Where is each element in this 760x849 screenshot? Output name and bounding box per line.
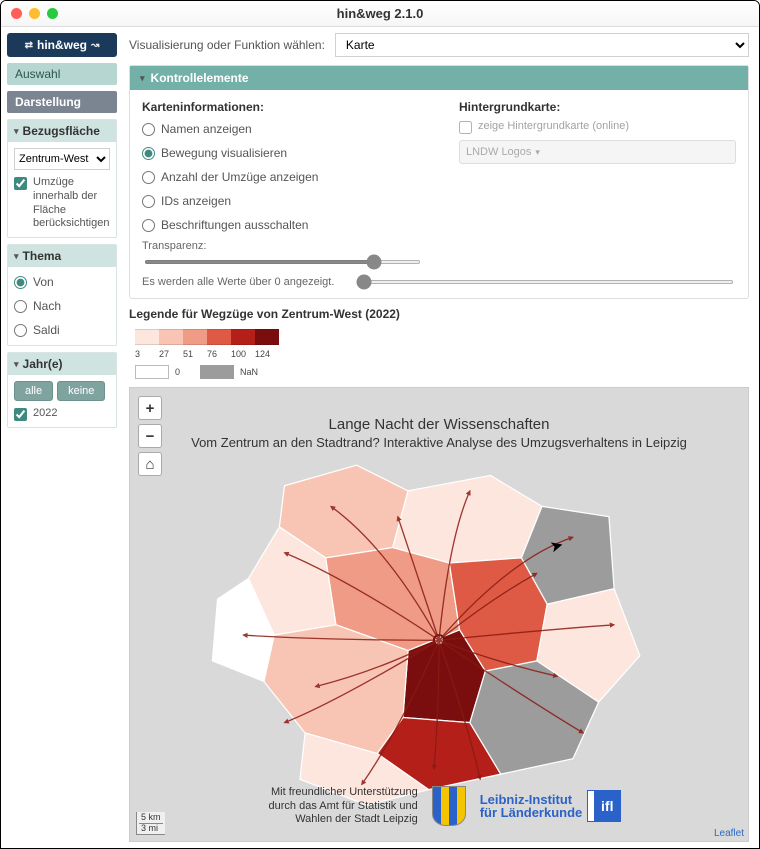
jahr-2022-label: 2022 (33, 407, 57, 421)
value-threshold-note: Es werden alle Werte über 0 angezeigt. (142, 276, 334, 288)
main-area: Visualisierung oder Funktion wählen: Kar… (123, 27, 759, 848)
transparency-slider[interactable] (144, 260, 421, 264)
bezug-checkbox-label: Umzüge innerhalb der Fläche berücksichti… (33, 176, 110, 231)
map-scale: 5 km 3 mi (136, 812, 165, 835)
karteninfo-title: Karteninformationen: (142, 100, 419, 114)
map[interactable]: + − ⌂ Lange Nacht der Wissenschaften Vom… (129, 387, 749, 842)
panel-thema: ▾ Thema Von Nach Saldi (7, 244, 117, 346)
opt-namen[interactable]: Namen anzeigen (142, 120, 419, 138)
app-window: hin&weg 2.1.0 ⇄ hin&weg ↝ Auswahl Darste… (0, 0, 760, 849)
sidebar: ⇄ hin&weg ↝ Auswahl Darstellung ▾ Bezugs… (1, 27, 123, 848)
titlebar: hin&weg 2.1.0 (1, 1, 759, 27)
app-logo: ⇄ hin&weg ↝ (7, 33, 117, 57)
hintergrund-checkbox[interactable] (459, 121, 472, 134)
panel-jahre-head[interactable]: ▾ Jahr(e) (8, 353, 116, 375)
panel-jahre: ▾ Jahr(e) alle keine 2022 (7, 352, 117, 428)
opt-ids[interactable]: IDs anzeigen (142, 192, 419, 210)
legend-nan-swatch (200, 365, 234, 379)
legend: 3 27 51 76 100 124 0 NaN (129, 329, 749, 379)
radio-von-label: Von (33, 275, 54, 289)
hintergrund-select: LNDW Logos ▾ (459, 140, 736, 164)
jahr-2022-checkbox[interactable] (14, 408, 27, 421)
logo-arrows-icon: ⇄ (25, 40, 33, 51)
jahre-all-button[interactable]: alle (14, 381, 53, 401)
thema-radio-nach[interactable]: Nach (14, 297, 110, 315)
bezug-select[interactable]: Zentrum-West (14, 148, 110, 170)
map-attribution[interactable]: Leaflet (714, 828, 744, 839)
legend-zero-swatch (135, 365, 169, 379)
thema-radio-saldi[interactable]: Saldi (14, 321, 110, 339)
legend-title: Legende für Wegzüge von Zentrum-West (20… (129, 307, 749, 321)
panel-bezug-head[interactable]: ▾ Bezugsfläche (8, 120, 116, 142)
visualization-select[interactable]: Karte (335, 33, 749, 57)
radio-nach-label: Nach (33, 299, 61, 313)
kontrollelemente-card: ▾ Kontrollelemente Karteninformationen: … (129, 65, 749, 299)
home-button[interactable]: ⌂ (138, 452, 162, 476)
legend-swatch (231, 329, 255, 345)
panel-thema-title: Thema (23, 249, 62, 263)
zoom-out-button[interactable]: − (138, 424, 162, 448)
tab-darstellung[interactable]: Darstellung (7, 91, 117, 113)
kontrollelemente-head[interactable]: ▾ Kontrollelemente (130, 66, 748, 90)
logo-wave-icon: ↝ (91, 40, 99, 51)
chevron-down-icon: ▾ (14, 126, 19, 137)
karteninfo-col: Karteninformationen: Namen anzeigen Bewe… (142, 100, 419, 266)
panel-jahre-title: Jahr(e) (23, 357, 63, 371)
opt-bewegung[interactable]: Bewegung visualisieren (142, 144, 419, 162)
legend-swatch (135, 329, 159, 345)
hintergrund-checkbox-row[interactable]: zeige Hintergrundkarte (online) (459, 120, 736, 134)
radio-nach[interactable] (14, 300, 27, 313)
legend-swatch (159, 329, 183, 345)
window-controls (11, 8, 58, 19)
opt-beschriftung[interactable]: Beschriftungen ausschalten (142, 216, 419, 234)
jahre-none-button[interactable]: keine (57, 381, 105, 401)
thema-radio-von[interactable]: Von (14, 273, 110, 291)
chevron-down-icon: ▾ (535, 147, 540, 158)
radio-von[interactable] (14, 276, 27, 289)
legend-swatch (207, 329, 231, 345)
minimize-icon[interactable] (29, 8, 40, 19)
close-icon[interactable] (11, 8, 22, 19)
panel-thema-head[interactable]: ▾ Thema (8, 245, 116, 267)
window-title: hin&weg 2.1.0 (1, 6, 759, 21)
legend-labels: 3 27 51 76 100 124 (135, 349, 279, 359)
bezug-checkbox-row[interactable]: Umzüge innerhalb der Fläche berücksichti… (14, 176, 110, 231)
transparency-label: Transparenz: (142, 240, 419, 252)
logo-text: hin&weg (37, 38, 87, 52)
map-svg (130, 388, 748, 841)
kontrollelemente-title: Kontrollelemente (151, 71, 249, 85)
value-threshold-slider[interactable] (356, 280, 734, 284)
maximize-icon[interactable] (47, 8, 58, 19)
panel-bezugsflaeche: ▾ Bezugsfläche Zentrum-West Umzüge inner… (7, 119, 117, 238)
chevron-down-icon: ▾ (14, 251, 19, 262)
chevron-down-icon: ▾ (140, 73, 145, 84)
legend-ramp (135, 329, 279, 345)
radio-saldi[interactable] (14, 324, 27, 337)
hintergrund-col: Hintergrundkarte: zeige Hintergrundkarte… (459, 100, 736, 266)
panel-bezug-title: Bezugsfläche (23, 124, 100, 138)
visualization-selector-row: Visualisierung oder Funktion wählen: Kar… (129, 33, 749, 57)
radio-saldi-label: Saldi (33, 323, 60, 337)
legend-swatch (183, 329, 207, 345)
opt-anzahl[interactable]: Anzahl der Umzüge anzeigen (142, 168, 419, 186)
hintergrund-title: Hintergrundkarte: (459, 100, 736, 114)
hintergrund-checkbox-label: zeige Hintergrundkarte (online) (478, 120, 629, 134)
bezug-checkbox[interactable] (14, 177, 27, 190)
chevron-down-icon: ▾ (14, 359, 19, 370)
jahr-2022-row[interactable]: 2022 (14, 407, 110, 421)
tab-auswahl[interactable]: Auswahl (7, 63, 117, 85)
zoom-in-button[interactable]: + (138, 396, 162, 420)
visualization-label: Visualisierung oder Funktion wählen: (129, 38, 325, 52)
legend-swatch (255, 329, 279, 345)
